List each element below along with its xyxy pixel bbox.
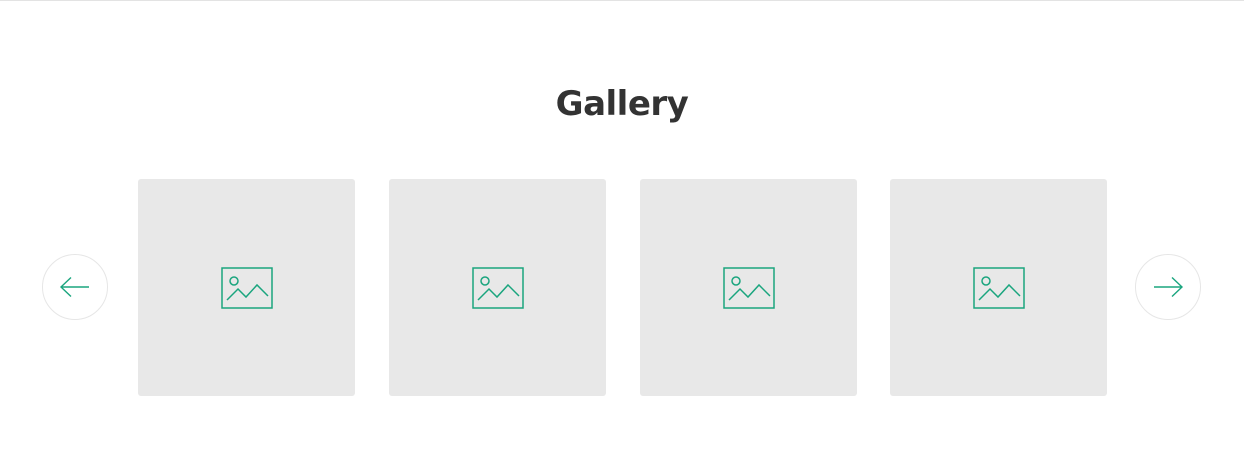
gallery-slide[interactable] <box>640 179 857 396</box>
image-placeholder-icon <box>471 266 524 309</box>
arrow-right-icon <box>1152 276 1184 298</box>
image-placeholder-icon <box>972 266 1025 309</box>
gallery-slide[interactable] <box>389 179 606 396</box>
next-button[interactable] <box>1135 254 1201 320</box>
image-placeholder-icon <box>220 266 273 309</box>
image-placeholder-icon <box>722 266 775 309</box>
previous-button[interactable] <box>42 254 108 320</box>
gallery-slide[interactable] <box>890 179 1107 396</box>
gallery-slide[interactable] <box>138 179 355 396</box>
arrow-left-icon <box>59 276 91 298</box>
gallery-carousel <box>0 0 1244 476</box>
